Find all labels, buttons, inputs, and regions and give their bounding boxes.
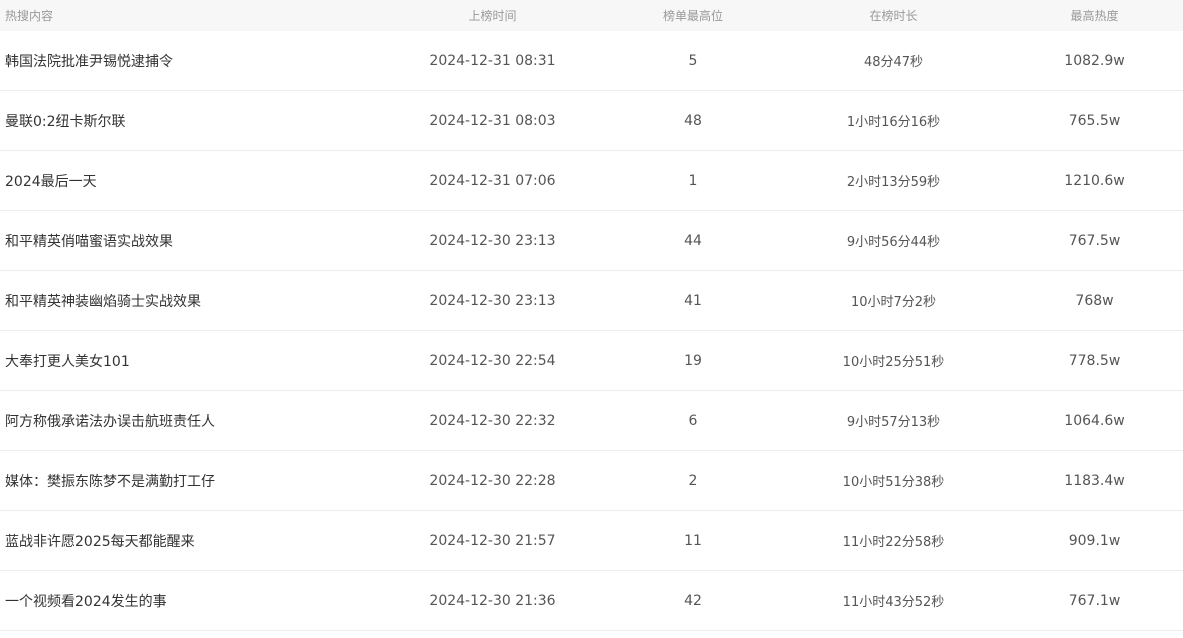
cell-heat: 1210.6w — [1006, 150, 1183, 211]
cell-rank: 42 — [605, 570, 781, 631]
cell-title[interactable]: 大奉打更人美女101 — [0, 330, 380, 391]
table-row[interactable]: 2024最后一天 2024-12-31 07:06 1 2小时13分59秒 12… — [0, 150, 1183, 211]
table-row[interactable]: 和平精英神装幽焰骑士实战效果 2024-12-30 23:13 41 10小时7… — [0, 270, 1183, 331]
cell-rank: 6 — [605, 390, 781, 451]
cell-rank: 48 — [605, 90, 781, 151]
cell-heat: 765.5w — [1006, 90, 1183, 151]
cell-time: 2024-12-31 07:06 — [380, 150, 605, 211]
header-heat[interactable]: 最高热度 — [1006, 0, 1183, 31]
cell-duration: 10小时7分2秒 — [781, 270, 1006, 331]
cell-heat: 767.1w — [1006, 570, 1183, 631]
cell-time: 2024-12-30 22:28 — [380, 450, 605, 511]
table-row[interactable]: 媒体：樊振东陈梦不是满勤打工仔 2024-12-30 22:28 2 10小时5… — [0, 450, 1183, 511]
cell-title[interactable]: 韩国法院批准尹锡悦逮捕令 — [0, 31, 380, 91]
cell-title[interactable]: 一个视频看2024发生的事 — [0, 570, 380, 631]
cell-duration: 9小时57分13秒 — [781, 390, 1006, 451]
cell-heat: 1064.6w — [1006, 390, 1183, 451]
cell-heat: 909.1w — [1006, 510, 1183, 571]
cell-duration: 2小时13分59秒 — [781, 150, 1006, 211]
cell-rank: 11 — [605, 510, 781, 571]
cell-title[interactable]: 2024最后一天 — [0, 150, 380, 211]
cell-heat: 1183.4w — [1006, 450, 1183, 511]
cell-rank: 44 — [605, 210, 781, 271]
table-row[interactable]: 一个视频看2024发生的事 2024-12-30 21:36 42 11小时43… — [0, 570, 1183, 631]
cell-rank: 1 — [605, 150, 781, 211]
cell-title[interactable]: 媒体：樊振东陈梦不是满勤打工仔 — [0, 450, 380, 511]
cell-title[interactable]: 曼联0:2纽卡斯尔联 — [0, 90, 380, 151]
cell-time: 2024-12-30 21:57 — [380, 510, 605, 571]
table-row[interactable]: 阿方称俄承诺法办误击航班责任人 2024-12-30 22:32 6 9小时57… — [0, 390, 1183, 451]
cell-time: 2024-12-30 22:54 — [380, 330, 605, 391]
table-row[interactable]: 韩国法院批准尹锡悦逮捕令 2024-12-31 08:31 5 48分47秒 1… — [0, 31, 1183, 91]
cell-heat: 1082.9w — [1006, 31, 1183, 91]
header-time[interactable]: 上榜时间 — [380, 0, 605, 31]
cell-title[interactable]: 阿方称俄承诺法办误击航班责任人 — [0, 390, 380, 451]
cell-duration: 10小时51分38秒 — [781, 450, 1006, 511]
cell-rank: 41 — [605, 270, 781, 331]
header-title[interactable]: 热搜内容 — [0, 0, 380, 31]
cell-title[interactable]: 和平精英俏喵蜜语实战效果 — [0, 210, 380, 271]
cell-title[interactable]: 蓝战非许愿2025每天都能醒来 — [0, 510, 380, 571]
cell-rank: 5 — [605, 31, 781, 91]
table-row[interactable]: 蓝战非许愿2025每天都能醒来 2024-12-30 21:57 11 11小时… — [0, 510, 1183, 571]
cell-duration: 11小时22分58秒 — [781, 510, 1006, 571]
cell-duration: 1小时16分16秒 — [781, 90, 1006, 151]
table-row[interactable]: 大奉打更人美女101 2024-12-30 22:54 19 10小时25分51… — [0, 330, 1183, 391]
cell-duration: 9小时56分44秒 — [781, 210, 1006, 271]
cell-rank: 2 — [605, 450, 781, 511]
cell-duration: 48分47秒 — [781, 31, 1006, 91]
cell-heat: 768w — [1006, 270, 1183, 331]
table-row[interactable]: 和平精英俏喵蜜语实战效果 2024-12-30 23:13 44 9小时56分4… — [0, 210, 1183, 271]
cell-duration: 11小时43分52秒 — [781, 570, 1006, 631]
cell-heat: 778.5w — [1006, 330, 1183, 391]
table-header-row: 热搜内容 上榜时间 榜单最高位 在榜时长 最高热度 — [0, 0, 1183, 31]
cell-time: 2024-12-30 22:32 — [380, 390, 605, 451]
cell-time: 2024-12-30 23:13 — [380, 270, 605, 331]
cell-time: 2024-12-31 08:03 — [380, 90, 605, 151]
cell-title[interactable]: 和平精英神装幽焰骑士实战效果 — [0, 270, 380, 331]
cell-time: 2024-12-30 21:36 — [380, 570, 605, 631]
header-rank[interactable]: 榜单最高位 — [605, 0, 781, 31]
cell-time: 2024-12-31 08:31 — [380, 31, 605, 91]
cell-rank: 19 — [605, 330, 781, 391]
table-row[interactable]: 曼联0:2纽卡斯尔联 2024-12-31 08:03 48 1小时16分16秒… — [0, 90, 1183, 151]
cell-time: 2024-12-30 23:13 — [380, 210, 605, 271]
hot-search-table: 热搜内容 上榜时间 榜单最高位 在榜时长 最高热度 韩国法院批准尹锡悦逮捕令 2… — [0, 0, 1183, 631]
cell-duration: 10小时25分51秒 — [781, 330, 1006, 391]
header-duration[interactable]: 在榜时长 — [781, 0, 1006, 31]
cell-heat: 767.5w — [1006, 210, 1183, 271]
